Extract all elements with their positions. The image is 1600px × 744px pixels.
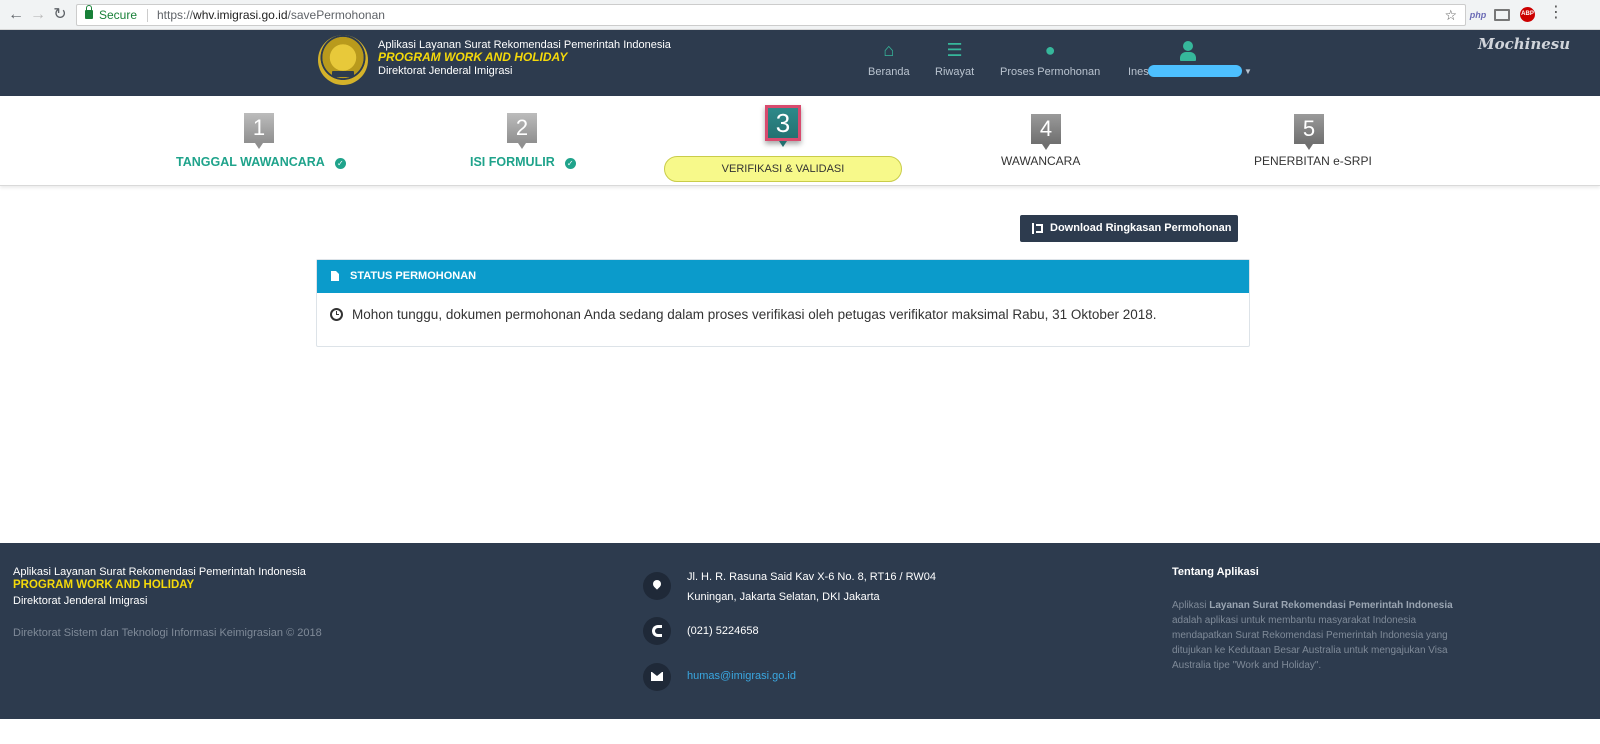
step-2-number: 2 (507, 113, 537, 149)
document-icon (331, 271, 339, 281)
envelope-icon (651, 672, 663, 681)
adblock-icon[interactable]: ABP (1520, 7, 1535, 22)
check-circle-icon: ✓ (334, 158, 346, 169)
phone-icon (652, 625, 662, 637)
map-pin-icon: ● (1044, 40, 1056, 60)
step-5-label: PENERBITAN e-SRPI (1254, 154, 1372, 168)
step-1-number: 1 (244, 113, 274, 149)
nav-riwayat[interactable]: ☰ Riwayat (935, 40, 974, 78)
url-text: https://whv.imigrasi.go.id/savePermohona… (157, 8, 385, 22)
site-footer: Aplikasi Layanan Surat Rekomendasi Pemer… (0, 543, 1600, 719)
address-bar[interactable]: Secure https://whv.imigrasi.go.id/savePe… (76, 4, 1466, 26)
step-5-number: 5 (1294, 114, 1324, 150)
list-icon: ☰ (946, 40, 963, 60)
step-3-label: VERIFIKASI & VALIDASI (664, 156, 902, 182)
secure-label: Secure (99, 8, 138, 22)
step-2-label: ISI FORMULIR ✓ (470, 155, 576, 169)
clock-icon (330, 308, 343, 321)
bookmark-star-icon[interactable]: ☆ (1444, 5, 1457, 25)
nav-beranda-label: Beranda (868, 66, 910, 78)
status-panel: STATUS PERMOHONAN Mohon tunggu, dokumen … (316, 259, 1250, 347)
map-pin-icon (651, 578, 663, 590)
header-directorate: Direktorat Jenderal Imigrasi (378, 65, 513, 77)
status-panel-header: STATUS PERMOHONAN (317, 260, 1249, 293)
step-3-number: 3 (765, 105, 801, 147)
back-arrow-icon[interactable]: ← (6, 5, 26, 25)
user-icon[interactable] (1180, 41, 1196, 61)
address-divider (147, 9, 148, 22)
lock-icon (85, 5, 93, 19)
cast-icon[interactable] (1494, 9, 1510, 21)
browser-menu-icon[interactable]: ⋮ (1548, 5, 1564, 23)
footer-phone: (021) 5224658 (687, 625, 759, 637)
check-circle-icon: ✓ (564, 158, 576, 169)
php-extension-icon[interactable]: php (1468, 7, 1488, 23)
browser-toolbar: ← → ↻ Secure https://whv.imigrasi.go.id/… (0, 0, 1600, 30)
nav-beranda[interactable]: ⌂ Beranda (868, 40, 910, 78)
step-4-label: WAWANCARA (1001, 154, 1081, 168)
footer-address-line2: Kuningan, Jakarta Selatan, DKI Jakarta (687, 591, 880, 603)
caret-down-icon[interactable]: ▼ (1244, 67, 1252, 76)
footer-copyright: Direktorat Sistem dan Teknologi Informas… (13, 627, 322, 639)
forward-arrow-icon[interactable]: → (28, 5, 48, 25)
site-header: Aplikasi Layanan Surat Rekomendasi Pemer… (0, 30, 1600, 96)
nav-proses-label: Proses Permohonan (1000, 66, 1101, 78)
user-name[interactable]: Ines (1128, 66, 1149, 78)
nav-proses-permohonan[interactable]: ● Proses Permohonan (1000, 40, 1100, 78)
progress-steps: 1 TANGGAL WAWANCARA ✓ 2 ISI FORMULIR ✓ 3 V… (0, 96, 1600, 186)
watermark: Mochinesu (1478, 35, 1571, 53)
footer-email-link[interactable]: humas@imigrasi.go.id (687, 670, 796, 682)
footer-address-line1: Jl. H. R. Rasuna Said Kav X-6 No. 8, RT1… (687, 571, 937, 583)
email-marker (643, 663, 671, 691)
status-panel-title: STATUS PERMOHONAN (350, 270, 477, 282)
download-summary-label: Download Ringkasan Permohonan (1050, 222, 1232, 234)
download-summary-button[interactable]: Download Ringkasan Permohonan (1020, 215, 1238, 242)
status-message: Mohon tunggu, dokumen permohonan Anda se… (352, 307, 1157, 322)
redacted-username (1148, 65, 1242, 77)
status-panel-body: Mohon tunggu, dokumen permohonan Anda se… (317, 293, 1249, 346)
footer-about-title: Tentang Aplikasi (1172, 566, 1259, 578)
step-1-label: TANGGAL WAWANCARA ✓ (176, 155, 346, 169)
nav-riwayat-label: Riwayat (935, 66, 975, 78)
imigrasi-emblem-logo[interactable] (318, 35, 368, 85)
footer-directorate: Direktorat Jenderal Imigrasi (13, 595, 148, 607)
step-4-number: 4 (1031, 114, 1061, 150)
footer-program-title: PROGRAM WORK AND HOLIDAY (13, 579, 195, 591)
reload-icon[interactable]: ↻ (50, 5, 70, 25)
home-icon: ⌂ (883, 40, 895, 60)
header-program-title: PROGRAM WORK AND HOLIDAY (378, 50, 568, 64)
footer-app-title: Aplikasi Layanan Surat Rekomendasi Pemer… (13, 566, 306, 578)
phone-marker (643, 617, 671, 645)
address-marker (643, 572, 671, 600)
footer-about-text: Aplikasi Layanan Surat Rekomendasi Pemer… (1172, 600, 1453, 671)
download-flag-icon (1032, 223, 1043, 234)
